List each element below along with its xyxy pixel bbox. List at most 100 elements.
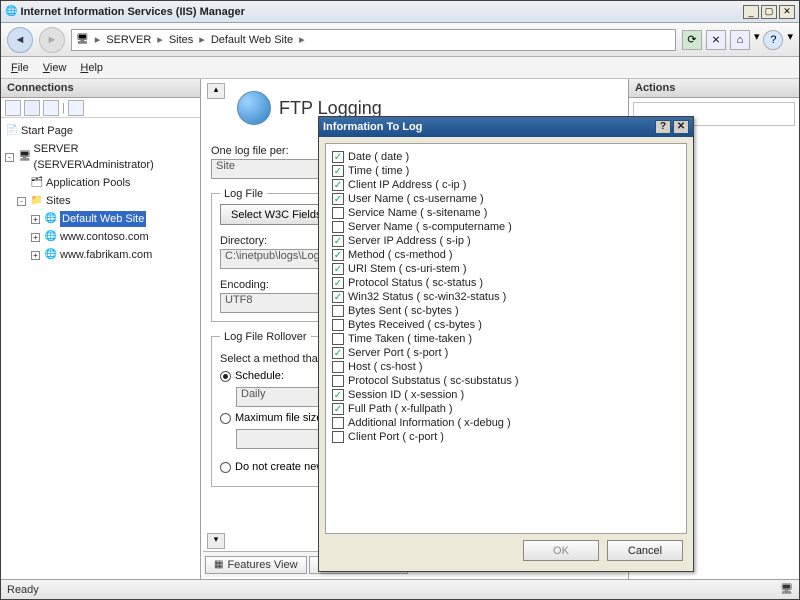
delete-icon[interactable] <box>43 100 59 116</box>
log-field-row[interactable]: ✓ URI Stem ( cs-uri-stem ) <box>332 262 680 276</box>
checkbox-checked-icon[interactable]: ✓ <box>332 165 344 177</box>
maximize-button[interactable]: ▢ <box>761 5 777 19</box>
log-field-label: User Name ( cs-username ) <box>348 193 484 205</box>
log-field-label: Time ( time ) <box>348 165 409 177</box>
home-icon[interactable]: ⌂ <box>730 30 750 50</box>
tree-default-site[interactable]: +🌐Default Web Site <box>3 210 198 228</box>
checkbox-icon[interactable] <box>332 417 344 429</box>
log-field-row[interactable]: ✓Full Path ( x-fullpath ) <box>332 402 680 416</box>
stop-icon[interactable]: ⨯ <box>706 30 726 50</box>
refresh-icon[interactable]: ⟳ <box>682 30 702 50</box>
ok-button[interactable]: OK <box>523 540 599 561</box>
log-field-row[interactable]: Additional Information ( x-debug ) <box>332 416 680 430</box>
log-field-row[interactable]: ✓Win32 Status ( sc-win32-status ) <box>332 290 680 304</box>
log-field-row[interactable]: ✓Client IP Address ( c-ip ) <box>332 178 680 192</box>
dropdown-icon[interactable]: ▾ <box>787 30 793 50</box>
log-field-row[interactable]: Time Taken ( time-taken ) <box>332 332 680 346</box>
menu-help[interactable]: Help <box>80 62 103 74</box>
help-icon[interactable]: ? <box>763 30 783 50</box>
log-field-row[interactable]: ✓ Server IP Address ( s-ip ) <box>332 234 680 248</box>
checkbox-checked-icon[interactable]: ✓ <box>332 235 344 247</box>
info-to-log-dialog: Information To Log ? ✕ ✓Date ( date )✓Ti… <box>318 116 694 572</box>
crumb-sites[interactable]: Sites <box>169 34 193 46</box>
breadcrumb[interactable]: 🖥 ▸ SERVER ▸ Sites ▸ Default Web Site ▸ <box>71 29 676 51</box>
tree-server[interactable]: -🖥SERVER (SERVER\Administrator) <box>3 140 198 174</box>
forward-button[interactable]: ► <box>39 27 65 53</box>
menu-file[interactable]: File <box>11 62 29 74</box>
log-field-row[interactable]: ✓Method ( cs-method ) <box>332 248 680 262</box>
log-field-row[interactable]: Service Name ( s-sitename ) <box>332 206 680 220</box>
dropdown-icon[interactable]: ▾ <box>754 30 760 50</box>
back-button[interactable]: ◄ <box>7 27 33 53</box>
log-field-row[interactable]: ✓Date ( date ) <box>332 150 680 164</box>
actions-header: Actions <box>629 79 799 98</box>
checkbox-icon[interactable] <box>332 221 344 233</box>
tree-start-page[interactable]: 📄Start Page <box>3 122 198 140</box>
folder-icon: 📁 <box>30 194 44 208</box>
config-icon: 🖥 <box>780 584 793 595</box>
radio-icon <box>220 462 231 473</box>
log-field-label: Bytes Sent ( sc-bytes ) <box>348 305 459 317</box>
tree-app-pools[interactable]: 🗂Application Pools <box>3 174 198 192</box>
checkbox-checked-icon[interactable]: ✓ <box>332 193 344 205</box>
log-field-row[interactable]: Server Name ( s-computername ) <box>332 220 680 234</box>
scroll-down-icon[interactable]: ▾ <box>207 533 225 549</box>
server-icon: 🖥 <box>18 150 32 164</box>
log-field-row[interactable]: Protocol Substatus ( sc-substatus ) <box>332 374 680 388</box>
features-view-tab[interactable]: ▦Features View <box>205 556 307 574</box>
menu-view[interactable]: View <box>43 62 67 74</box>
checkbox-checked-icon[interactable]: ✓ <box>332 151 344 163</box>
checkbox-icon[interactable] <box>332 305 344 317</box>
chevron-right-icon: ▸ <box>157 33 163 46</box>
iis-icon: 🌐 <box>5 6 17 17</box>
tree-fabrikam[interactable]: +🌐www.fabrikam.com <box>3 246 198 264</box>
log-field-row[interactable]: ✓Session ID ( x-session ) <box>332 388 680 402</box>
log-field-label: Client Port ( c-port ) <box>348 431 444 443</box>
log-field-row[interactable]: Client Port ( c-port ) <box>332 430 680 444</box>
log-field-label: Bytes Received ( cs-bytes ) <box>348 319 482 331</box>
crumb-site[interactable]: Default Web Site <box>211 34 293 46</box>
log-field-row[interactable]: ✓Server Port ( s-port ) <box>332 346 680 360</box>
chevron-right-icon: ▸ <box>199 33 205 46</box>
connections-header: Connections <box>1 79 200 98</box>
close-button[interactable]: ✕ <box>779 5 795 19</box>
checkbox-checked-icon[interactable]: ✓ <box>332 249 344 261</box>
crumb-server[interactable]: SERVER <box>106 34 151 46</box>
checkbox-checked-icon[interactable]: ✓ <box>332 277 344 289</box>
cancel-button[interactable]: Cancel <box>607 540 683 561</box>
checkbox-checked-icon[interactable]: ✓ <box>332 263 344 275</box>
checkbox-checked-icon[interactable]: ✓ <box>332 179 344 191</box>
up-icon[interactable] <box>68 100 84 116</box>
log-field-row[interactable]: ✓ Time ( time ) <box>332 164 680 178</box>
dialog-close-button[interactable]: ✕ <box>673 120 689 134</box>
checkbox-icon[interactable] <box>332 361 344 373</box>
log-field-row[interactable]: ✓ User Name ( cs-username ) <box>332 192 680 206</box>
log-field-row[interactable]: Host ( cs-host ) <box>332 360 680 374</box>
log-field-label: Server Name ( s-computername ) <box>348 221 512 233</box>
page-icon: 📄 <box>5 124 19 138</box>
minimize-button[interactable]: _ <box>743 5 759 19</box>
pool-icon: 🗂 <box>30 176 44 190</box>
log-field-label: Server IP Address ( s-ip ) <box>348 235 471 247</box>
checkbox-icon[interactable] <box>332 431 344 443</box>
save-icon[interactable] <box>24 100 40 116</box>
checkbox-icon[interactable] <box>332 207 344 219</box>
log-field-label: URI Stem ( cs-uri-stem ) <box>348 263 467 275</box>
checkbox-icon[interactable] <box>332 333 344 345</box>
checkbox-checked-icon[interactable]: ✓ <box>332 291 344 303</box>
connections-panel: Connections | 📄Start Page -🖥SERVER (SERV… <box>1 79 201 579</box>
checkbox-icon[interactable] <box>332 319 344 331</box>
tree-sites[interactable]: -📁Sites <box>3 192 198 210</box>
connect-icon[interactable] <box>5 100 21 116</box>
checkbox-checked-icon[interactable]: ✓ <box>332 347 344 359</box>
tree-contoso[interactable]: +🌐www.contoso.com <box>3 228 198 246</box>
checkbox-icon[interactable] <box>332 375 344 387</box>
checkbox-checked-icon[interactable]: ✓ <box>332 403 344 415</box>
log-field-row[interactable]: Bytes Sent ( sc-bytes ) <box>332 304 680 318</box>
log-field-row[interactable]: ✓Protocol Status ( sc-status ) <box>332 276 680 290</box>
scroll-up-icon[interactable]: ▴ <box>207 83 225 99</box>
log-field-row[interactable]: Bytes Received ( cs-bytes ) <box>332 318 680 332</box>
checkbox-checked-icon[interactable]: ✓ <box>332 389 344 401</box>
radio-selected-icon <box>220 371 231 382</box>
dialog-help-button[interactable]: ? <box>655 120 671 134</box>
